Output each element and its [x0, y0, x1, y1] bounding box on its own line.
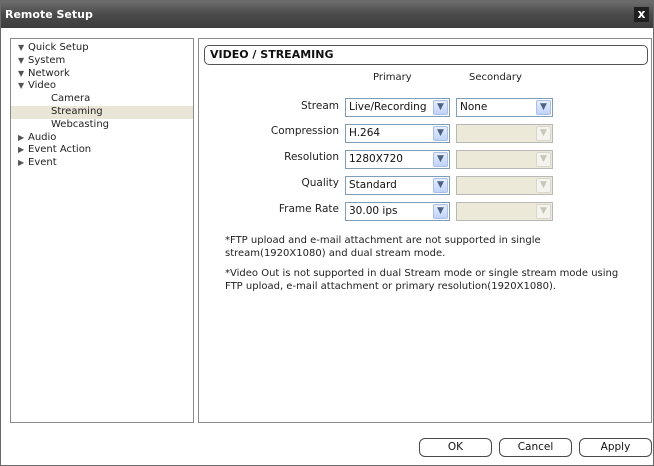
select-value: 30.00 ips — [349, 205, 398, 217]
select-value: Live/Recording — [349, 101, 427, 113]
frame-rate-primary-select[interactable]: 30.00 ips ▼ — [345, 202, 450, 221]
chevron-down-icon[interactable]: ▼ — [433, 178, 448, 193]
tree-item-label: Network — [28, 67, 70, 79]
quality-label: Quality — [301, 177, 339, 189]
expanded-triangle-icon[interactable]: ▼ — [18, 80, 28, 93]
expanded-triangle-icon[interactable]: ▼ — [18, 42, 28, 55]
tree-item-camera[interactable]: Camera — [11, 93, 193, 106]
chevron-down-icon[interactable]: ▼ — [433, 204, 448, 219]
apply-button[interactable]: Apply — [579, 438, 652, 457]
chevron-down-icon: ▼ — [536, 126, 551, 141]
expanded-triangle-icon[interactable]: ▼ — [18, 55, 28, 68]
tree-item-system[interactable]: ▼ System — [11, 55, 193, 68]
tree-item-label: Quick Setup — [28, 42, 89, 53]
compression-primary-select[interactable]: H.264 ▼ — [345, 124, 450, 143]
collapsed-triangle-icon[interactable]: ▶ — [18, 132, 28, 145]
settings-tree: ▼ Quick Setup ▼ System ▼ Network ▼ Video Cam… — [10, 38, 194, 423]
collapsed-triangle-icon[interactable]: ▶ — [18, 157, 28, 170]
tree-item-audio[interactable]: ▶ Audio — [11, 132, 193, 145]
select-value: None — [460, 101, 488, 113]
select-value: 1280X720 — [349, 153, 403, 165]
chevron-down-icon[interactable]: ▼ — [433, 100, 448, 115]
section-title: VIDEO / STREAMING — [204, 45, 648, 65]
expanded-triangle-icon[interactable]: ▼ — [18, 68, 28, 81]
remote-setup-window: Remote Setup x ▼ Quick Setup ▼ System ▼ Net… — [0, 0, 654, 466]
frame-rate-label: Frame Rate — [278, 203, 339, 215]
ok-button[interactable]: OK — [419, 438, 492, 457]
chevron-down-icon[interactable]: ▼ — [536, 100, 551, 115]
close-icon[interactable]: x — [634, 7, 649, 22]
tree-item-label: Event — [28, 157, 57, 169]
tree-item-label: Audio — [28, 131, 57, 143]
window-title: Remote Setup — [5, 8, 93, 21]
cancel-button[interactable]: Cancel — [499, 438, 572, 457]
quality-primary-select[interactable]: Standard ▼ — [345, 176, 450, 195]
select-value: H.264 — [349, 127, 381, 139]
collapsed-triangle-icon[interactable]: ▶ — [18, 144, 28, 157]
chevron-down-icon: ▼ — [536, 204, 551, 219]
resolution-primary-select[interactable]: 1280X720 ▼ — [345, 150, 450, 169]
frame-rate-secondary-select: ▼ — [456, 202, 553, 221]
select-value: Standard — [349, 179, 397, 191]
tree-item-label: Event Action — [28, 144, 92, 156]
chevron-down-icon[interactable]: ▼ — [433, 152, 448, 167]
tree-item-event[interactable]: ▶ Event — [11, 157, 193, 170]
tree-item-streaming[interactable]: Streaming — [11, 105, 193, 119]
resolution-label: Resolution — [284, 151, 339, 163]
ftp-note: *FTP upload and e-mail attachment are no… — [225, 235, 541, 259]
stream-primary-select[interactable]: Live/Recording ▼ — [345, 98, 450, 117]
tree-item-network[interactable]: ▼ Network — [11, 68, 193, 81]
chevron-down-icon[interactable]: ▼ — [433, 126, 448, 141]
tree-item-video[interactable]: ▼ Video — [11, 80, 193, 93]
tree-item-quick-setup[interactable]: ▼ Quick Setup — [11, 42, 193, 55]
stream-secondary-select[interactable]: None ▼ — [456, 98, 553, 117]
stream-label: Stream — [301, 100, 339, 112]
quality-secondary-select: ▼ — [456, 176, 553, 195]
title-bar: Remote Setup x — [1, 1, 653, 28]
tree-item-label: System — [28, 54, 66, 66]
resolution-secondary-select: ▼ — [456, 150, 553, 169]
compression-label: Compression — [270, 125, 339, 137]
primary-column-header: Primary — [373, 72, 412, 83]
chevron-down-icon: ▼ — [536, 178, 551, 193]
compression-secondary-select: ▼ — [456, 124, 553, 143]
tree-item-label: Video — [28, 80, 57, 92]
secondary-column-header: Secondary — [469, 72, 522, 83]
tree-item-webcasting[interactable]: Webcasting — [11, 119, 193, 132]
chevron-down-icon: ▼ — [536, 152, 551, 167]
video-streaming-panel: VIDEO / STREAMING Primary Secondary Stre… — [198, 38, 652, 423]
tree-item-event-action[interactable]: ▶ Event Action — [11, 144, 193, 157]
video-out-note: *Video Out is not supported in dual Stre… — [225, 268, 619, 292]
